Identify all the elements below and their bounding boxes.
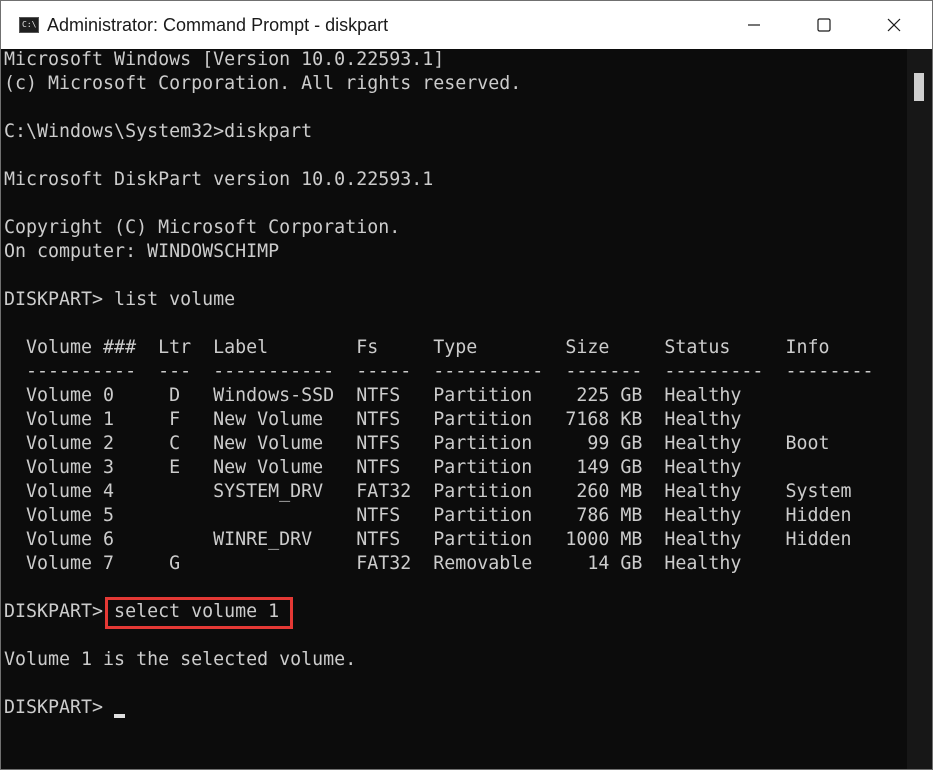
close-button[interactable] — [859, 1, 929, 49]
console-line: Volume 7 G FAT32 Removable 14 GB Healthy — [4, 553, 742, 574]
title-bar[interactable]: C:\ Administrator: Command Prompt - disk… — [1, 1, 932, 49]
window-title: Administrator: Command Prompt - diskpart — [47, 15, 389, 35]
console-line: ---------- --- ----------- ----- -------… — [4, 361, 874, 382]
console-line: Microsoft Windows [Version 10.0.22593.1] — [4, 49, 445, 70]
console-line: Volume 2 C New Volume NTFS Partition 99 … — [4, 433, 830, 454]
console-line: Volume 1 is the selected volume. — [4, 649, 357, 670]
maximize-icon — [817, 18, 831, 32]
console-line: Volume 6 WINRE_DRV NTFS Partition 1000 M… — [4, 529, 852, 550]
text-cursor — [114, 714, 125, 718]
console-line: Volume 5 NTFS Partition 786 MB Healthy H… — [4, 505, 852, 526]
cmd-icon-glyph: C:\ — [22, 20, 37, 29]
console-line: On computer: WINDOWSCHIMP — [4, 241, 280, 262]
console-line: Volume ### Ltr Label Fs Type Size Status… — [4, 337, 830, 358]
console-line: DISKPART> — [4, 697, 115, 718]
minimize-icon — [748, 24, 760, 26]
console-line: Volume 1 F New Volume NTFS Partition 716… — [4, 409, 742, 430]
console-line: C:\Windows\System32>diskpart — [4, 121, 313, 142]
console-line: (c) Microsoft Corporation. All rights re… — [4, 73, 522, 94]
command-highlight-box — [105, 597, 293, 629]
console-line: DISKPART> list volume — [4, 289, 236, 310]
console-line: Microsoft DiskPart version 10.0.22593.1 — [4, 169, 434, 190]
scrollbar-thumb[interactable] — [914, 73, 924, 101]
console-line: Volume 4 SYSTEM_DRV FAT32 Partition 260 … — [4, 481, 852, 502]
cmd-app-icon: C:\ — [19, 17, 39, 33]
maximize-button[interactable] — [789, 1, 859, 49]
console-line: Volume 3 E New Volume NTFS Partition 149… — [4, 457, 742, 478]
vertical-scrollbar[interactable] — [907, 49, 932, 769]
console-line: Volume 0 D Windows-SSD NTFS Partition 22… — [4, 385, 742, 406]
console-line: Copyright (C) Microsoft Corporation. — [4, 217, 401, 238]
minimize-button[interactable] — [719, 1, 789, 49]
close-icon — [887, 18, 901, 32]
